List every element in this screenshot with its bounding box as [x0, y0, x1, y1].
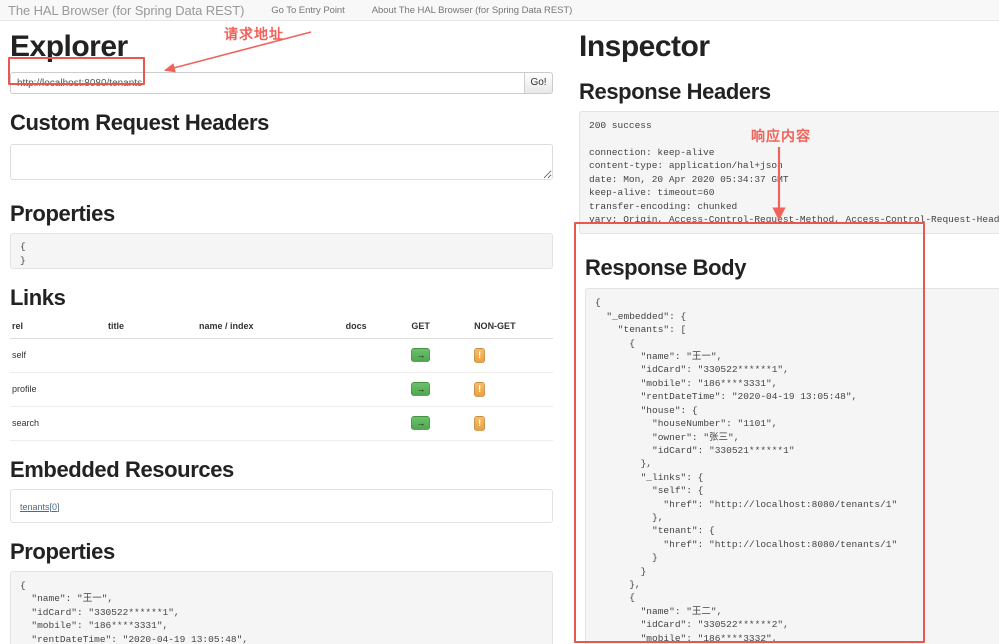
table-row: profile → ! — [10, 372, 553, 407]
col-header-rel: rel — [10, 317, 107, 339]
custom-request-headers-title: Custom Request Headers — [10, 110, 269, 135]
hal-browser-page: The HAL Browser (for Spring Data REST) G… — [0, 0, 999, 644]
cell-rel[interactable]: profile — [10, 372, 107, 407]
col-header-docs: docs — [343, 317, 410, 339]
response-body-json: { "_embedded": { "tenants": [ { "name": … — [585, 288, 999, 644]
navbar-link-about[interactable]: About The HAL Browser (for Spring Data R… — [372, 5, 573, 16]
cell-title — [106, 406, 198, 441]
inspector-title: Inspector — [579, 30, 710, 63]
cell-title — [106, 372, 198, 407]
links-title: Links — [10, 285, 66, 311]
table-row: self → ! — [10, 338, 553, 373]
table-row: search → ! — [10, 406, 553, 441]
go-button[interactable]: Go! — [524, 72, 553, 94]
cell-docs — [343, 338, 410, 373]
url-bar: Go! — [10, 72, 553, 94]
top-navbar: The HAL Browser (for Spring Data REST) G… — [0, 0, 999, 21]
request-url-input[interactable] — [10, 72, 524, 94]
cell-non-get: ! — [472, 372, 553, 407]
navbar-link-entry-point[interactable]: Go To Entry Point — [271, 5, 344, 16]
arrow-right-icon: → — [416, 349, 426, 360]
col-header-get: GET — [409, 317, 473, 339]
embedded-properties-title: Properties — [10, 538, 115, 564]
response-headers-text: 200 success connection: keep-alive conte… — [579, 111, 999, 235]
embedded-properties-json: { "name": "王一", "idCard": "330522******1… — [10, 570, 553, 644]
cell-name-index — [197, 338, 344, 373]
properties-title: Properties — [10, 201, 115, 227]
links-table-head: rel title name / index docs GET NON-GET — [10, 317, 553, 339]
cell-non-get: ! — [472, 406, 553, 441]
cell-name-index — [197, 406, 344, 441]
get-arrow-icon-button[interactable]: → — [411, 348, 431, 363]
arrow-right-icon: → — [416, 383, 426, 394]
explorer-title: Explorer — [10, 30, 128, 63]
embedded-resource-link-tenants[interactable]: tenants[0] — [20, 502, 60, 512]
non-get-exclamation-button[interactable]: ! — [474, 347, 486, 363]
non-get-exclamation-button[interactable]: ! — [474, 415, 486, 431]
links-table-body: self → ! profile → ! search → ! — [10, 338, 553, 441]
cell-rel[interactable]: search — [10, 406, 107, 441]
col-header-title: title — [106, 317, 198, 339]
cell-docs — [343, 372, 410, 407]
cell-non-get: ! — [472, 338, 553, 373]
embedded-resources-panel: tenants[0] — [10, 488, 553, 523]
cell-title — [106, 338, 198, 373]
navbar-brand[interactable]: The HAL Browser (for Spring Data REST) — [0, 3, 244, 18]
explorer-column: Explorer Go! Custom Request Headers Prop… — [0, 21, 563, 644]
cell-get: → — [409, 338, 473, 373]
cell-get: → — [409, 372, 473, 407]
response-body-section: Response Body { "_embedded": { "tenants"… — [573, 248, 999, 644]
get-arrow-icon-button[interactable]: → — [411, 416, 431, 431]
get-arrow-icon-button[interactable]: → — [411, 382, 431, 397]
links-table: rel title name / index docs GET NON-GET … — [10, 317, 553, 441]
col-header-name-index: name / index — [197, 317, 344, 339]
cell-docs — [343, 406, 410, 441]
links-table-header-row: rel title name / index docs GET NON-GET — [10, 317, 553, 339]
response-body-title: Response Body — [585, 255, 747, 281]
cell-get: → — [409, 406, 473, 441]
inspector-column: Inspector Response Headers 200 success c… — [573, 21, 999, 644]
custom-request-headers-textarea[interactable] — [10, 144, 553, 181]
properties-json: { } — [10, 233, 553, 270]
response-headers-title: Response Headers — [579, 79, 771, 104]
arrow-right-icon: → — [416, 417, 426, 428]
non-get-exclamation-button[interactable]: ! — [474, 381, 486, 397]
cell-rel[interactable]: self — [10, 338, 107, 373]
cell-name-index — [197, 372, 344, 407]
embedded-resources-title: Embedded Resources — [10, 456, 234, 482]
col-header-non-get: NON-GET — [472, 317, 553, 339]
